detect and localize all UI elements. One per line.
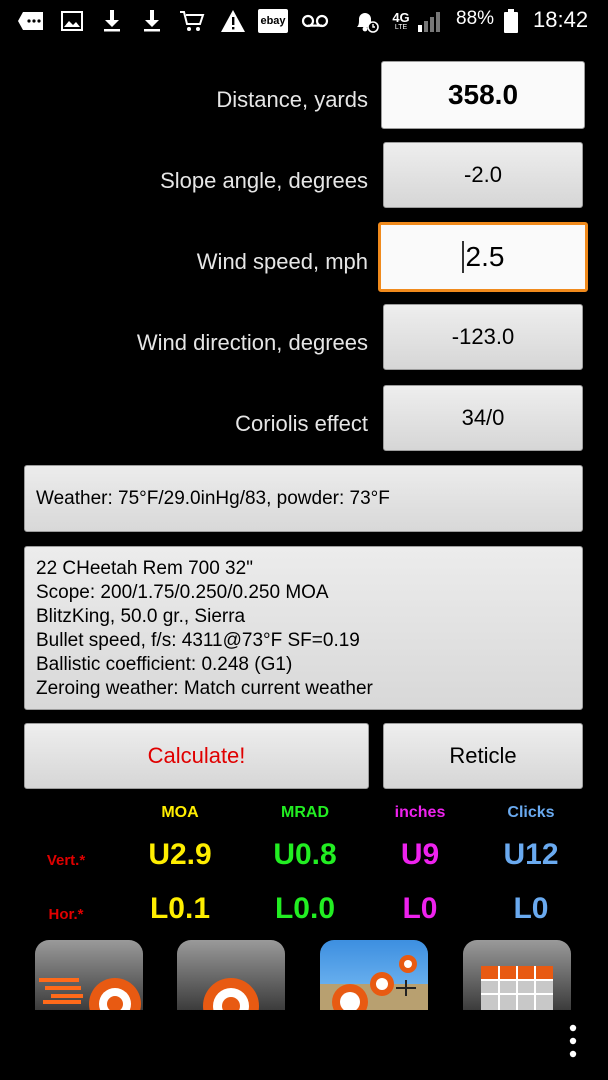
distance-field[interactable]: 358.0 xyxy=(381,61,585,129)
hor-mrad-value: L0.0 xyxy=(274,892,336,925)
hor-inches-value: L0 xyxy=(402,892,438,925)
distance-label: Distance, yards xyxy=(216,87,368,112)
status-bar: ebay 4G LTE 88% 18:42 xyxy=(0,0,608,42)
range-scene-icon xyxy=(320,955,428,1010)
wind-direction-field[interactable]: -123.0 xyxy=(383,304,583,370)
vert-clicks-value: U12 xyxy=(503,838,559,871)
profile-line-zeroing: Zeroing weather: Match current weather xyxy=(36,678,373,699)
weather-text: Weather: 75°F/29.0inHg/83, powder: 73°F xyxy=(36,487,390,509)
range-scene-tile[interactable] xyxy=(320,940,428,1010)
vert-mrad-value: U0.8 xyxy=(273,838,337,871)
slope-value: -2.0 xyxy=(464,162,502,187)
text-caret xyxy=(461,241,464,273)
battery-icon xyxy=(502,8,520,34)
download-icon xyxy=(100,8,124,34)
clicks-header: Clicks xyxy=(507,804,555,821)
wind-speed-value: 2.5 xyxy=(465,241,505,272)
moa-header: MOA xyxy=(161,804,199,821)
slope-field[interactable]: -2.0 xyxy=(383,142,583,208)
distance-value: 358.0 xyxy=(447,79,519,110)
slope-label: Slope angle, degrees xyxy=(160,168,368,193)
wind-direction-value: -123.0 xyxy=(451,324,515,349)
target-icon xyxy=(203,978,259,1010)
profile-line-rifle: 22 CHeetah Rem 700 32" xyxy=(36,558,253,579)
alarm-icon xyxy=(350,8,380,34)
coriolis-value: 34/0 xyxy=(461,405,505,430)
more-vert-icon[interactable] xyxy=(566,1024,580,1058)
vert-inches-value: U9 xyxy=(400,838,440,871)
profile-line-speed: Bullet speed, f/s: 4311@73°F SF=0.19 xyxy=(36,630,360,651)
speed-target-tile[interactable] xyxy=(35,940,143,1010)
mrad-header: MRAD xyxy=(281,804,329,821)
profile-line-bc: Ballistic coefficient: 0.248 (G1) xyxy=(36,654,293,675)
download-icon xyxy=(140,8,164,34)
wind-speed-label: Wind speed, mph xyxy=(196,249,368,274)
wind-speed-field[interactable]: 2.5 xyxy=(378,222,588,292)
hor-moa-value: L0.1 xyxy=(149,892,211,925)
reticle-label: Reticle xyxy=(449,743,517,768)
rifle-profile-button[interactable]: 22 CHeetah Rem 700 32" Scope: 200/1.75/0… xyxy=(24,546,583,710)
profile-line-bullet: BlitzKing, 50.0 gr., Sierra xyxy=(36,606,246,627)
ammo-box-tile[interactable] xyxy=(463,940,571,1010)
battery-percent: 88% xyxy=(456,8,495,29)
target-tile[interactable] xyxy=(177,940,285,1010)
inches-header: inches xyxy=(394,804,446,821)
messages-icon xyxy=(16,8,46,34)
image-icon xyxy=(60,8,84,34)
calculate-button[interactable]: Calculate! xyxy=(24,723,369,789)
warning-icon xyxy=(220,8,246,34)
reticle-button[interactable]: Reticle xyxy=(383,723,583,789)
coriolis-label: Coriolis effect xyxy=(235,411,368,436)
vert-moa-value: U2.9 xyxy=(148,838,212,871)
vert-label: Vert.* xyxy=(46,852,86,869)
clock: 18:42 xyxy=(533,7,589,32)
speed-target-icon xyxy=(39,978,141,1010)
ammo-box-icon xyxy=(481,966,553,1010)
voicemail-icon xyxy=(300,8,330,34)
cart-icon xyxy=(178,8,206,34)
4g-lte-icon: 4G LTE xyxy=(392,9,410,31)
hor-label: Hor.* xyxy=(48,906,84,923)
hor-clicks-value: L0 xyxy=(513,892,549,925)
coriolis-button[interactable]: 34/0 xyxy=(383,385,583,451)
profile-line-scope: Scope: 200/1.75/0.250/0.250 MOA xyxy=(36,582,329,603)
signal-icon xyxy=(416,8,444,34)
weather-button[interactable]: Weather: 75°F/29.0inHg/83, powder: 73°F xyxy=(24,465,583,532)
ebay-icon: ebay xyxy=(258,9,288,33)
wind-direction-label: Wind direction, degrees xyxy=(136,330,368,355)
calculate-label: Calculate! xyxy=(147,743,246,768)
